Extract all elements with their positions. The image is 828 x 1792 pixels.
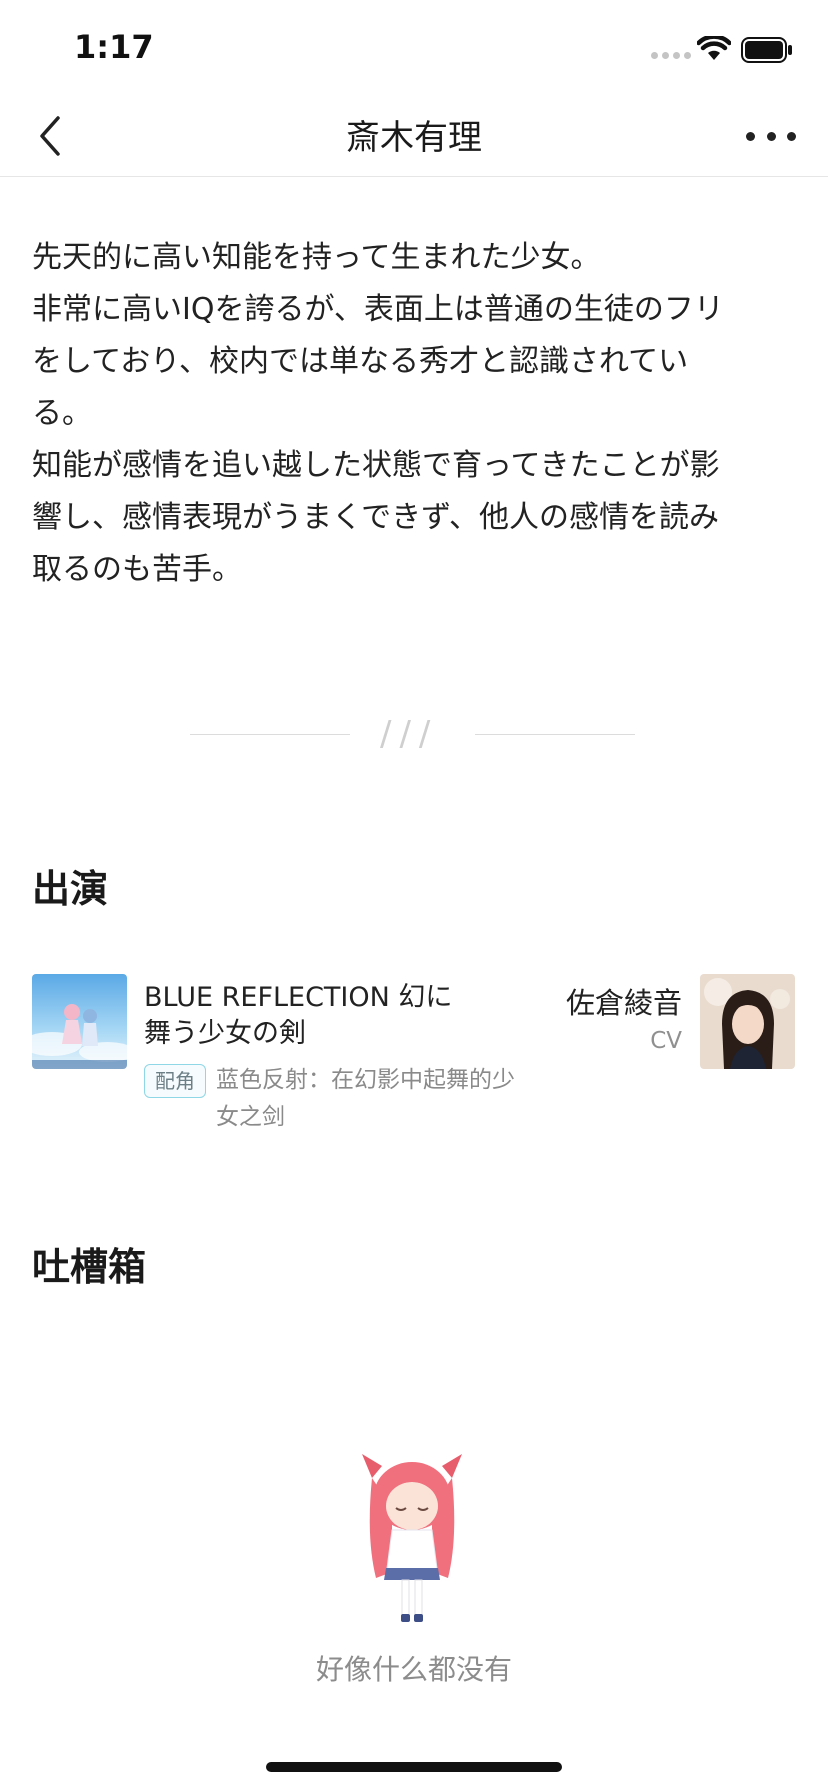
divider-line-right: [475, 734, 635, 735]
work-title[interactable]: BLUE REFLECTION 幻に 舞う少女の剣: [144, 980, 504, 1052]
description-line: る。: [32, 396, 92, 431]
work-cover-art: [32, 974, 127, 1069]
appearances-title: 出演: [32, 867, 109, 911]
work-subtitle-line: 女之剑: [216, 1104, 285, 1130]
description-line: 知能が感情を追い越した状態で育ってきたことが影: [32, 448, 720, 483]
divider-mark: ///: [380, 714, 439, 754]
cv-name[interactable]: 佐倉綾音: [566, 980, 682, 1022]
cv-avatar[interactable]: [700, 974, 795, 1069]
cv-role-label: CV: [650, 1028, 682, 1054]
work-subtitle-line: 蓝色反射：在幻影中起舞的少: [216, 1067, 515, 1093]
cv-avatar-photo: [700, 974, 795, 1069]
home-indicator[interactable]: [266, 1762, 562, 1772]
signal-dots-icon: [651, 52, 691, 59]
comments-title: 吐槽箱: [32, 1245, 147, 1289]
more-dots-icon: [746, 131, 755, 141]
description-line: をしており、校内では単なる秀才と認識されてい: [32, 344, 689, 379]
work-title-line: BLUE REFLECTION 幻に: [144, 982, 453, 1013]
work-subtitle: 蓝色反射：在幻影中起舞的少 女之剑: [216, 1062, 536, 1136]
status-time: 1:17: [74, 28, 154, 66]
divider-line-left: [190, 734, 350, 735]
work-cover-image[interactable]: [32, 974, 127, 1069]
description-line: 非常に高いIQを誇るが、表面上は普通の生徒のフリ: [32, 292, 724, 327]
wifi-icon: [697, 36, 731, 60]
empty-state-text: 好像什么都没有: [315, 1653, 512, 1686]
more-button[interactable]: [746, 114, 796, 158]
page-title: 斎木有理: [346, 118, 482, 158]
role-tag: 配角: [144, 1064, 206, 1098]
battery-icon: [741, 37, 792, 63]
empty-state-mascot-icon: [362, 1454, 462, 1622]
status-bar: 1:17: [0, 0, 828, 96]
work-title-line: 舞う少女の剣: [144, 1018, 306, 1049]
description-line: 先天的に高い知能を持って生まれた少女。: [32, 240, 601, 275]
description-line: 響し、感情表現がうまくできず、他人の感情を読み: [32, 500, 719, 535]
section-divider: ///: [190, 714, 640, 756]
description-line: 取るのも苦手。: [32, 552, 242, 587]
nav-bar: 斎木有理: [0, 96, 828, 177]
character-description: 先天的に高い知能を持って生まれた少女。 非常に高いIQを誇るが、表面上は普通の生…: [32, 232, 796, 596]
